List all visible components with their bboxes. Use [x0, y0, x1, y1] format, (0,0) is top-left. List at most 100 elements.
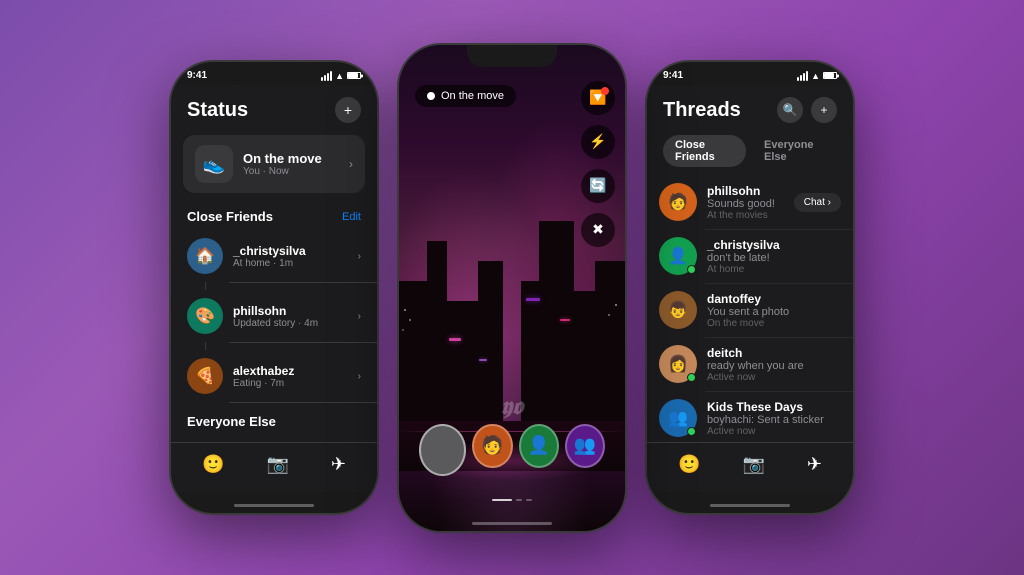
my-status-text: On the move You · Now: [243, 151, 322, 177]
thread-info-5: Kids These Days boyhachi: Sent a sticker…: [707, 400, 841, 437]
tab-camera-left[interactable]: 📷: [266, 454, 288, 475]
signal-bar-1: [321, 77, 323, 81]
tab-send-left[interactable]: ✈: [331, 454, 346, 475]
friend-item-3[interactable]: 🍕 alexthabez Eating · 7m ›: [171, 350, 377, 402]
signal-bars-left: [321, 71, 332, 81]
thread-avatar-5: 👥: [659, 399, 697, 437]
win-4: [615, 304, 617, 306]
friend-status-1: At home · 1m: [233, 258, 358, 269]
thread-avatar-1: 🧑: [659, 183, 697, 221]
thread-name-1: phillsohn: [707, 184, 784, 198]
thread-line-1: [205, 282, 206, 290]
thread-name-3: dantoffey: [707, 292, 841, 306]
tab-close-friends[interactable]: Close Friends: [663, 135, 746, 167]
story-label: On the move: [441, 90, 504, 102]
thread-avatar-2: 👤: [659, 237, 697, 275]
tab-camera-right[interactable]: 📷: [742, 454, 764, 475]
friend-item-2[interactable]: 🎨 phillsohn Updated story · 4m ›: [171, 290, 377, 342]
phone-middle: 𝖞𝖔 On the move 🔽 ⚡ 🔄 ✖ 🧑 👤: [397, 43, 627, 533]
neon-3: [560, 319, 570, 321]
avatar-self[interactable]: [419, 424, 466, 476]
friend-name-1: _christysilva: [233, 244, 358, 258]
chat-button-1[interactable]: Chat ›: [794, 193, 841, 212]
thread-item-2[interactable]: 👤 _christysilva don't be late! At home: [647, 229, 853, 283]
phone-left: 9:41 ▲ Status + 👟: [169, 60, 379, 515]
bottom-avatars: 🧑 👤 👥: [399, 424, 625, 476]
thread-item-4[interactable]: 👩 deitch ready when you are Active now: [647, 337, 853, 391]
add-thread-button[interactable]: +: [811, 97, 837, 123]
story-dot-3: [526, 499, 532, 501]
avatar-friend-2[interactable]: 👤: [519, 424, 559, 468]
avatar-friend-3[interactable]: 👥: [565, 424, 605, 468]
avatar-christysilva: 🏠: [187, 238, 223, 274]
avatar-friend-1[interactable]: 🧑: [472, 424, 512, 468]
home-indicator-middle: [472, 522, 552, 525]
thread-sub-2: At home: [707, 264, 841, 275]
thread-sub-4: Active now: [707, 372, 841, 383]
sig-r-2: [800, 75, 802, 81]
friend-name-2: phillsohn: [233, 304, 358, 318]
signal-bar-3: [327, 73, 329, 81]
friend-name-3: alexthabez: [233, 364, 358, 378]
tab-bar-left: 🙂 📷 ✈: [171, 442, 377, 492]
thread-line-2: [205, 342, 206, 350]
effects-button[interactable]: ⚡: [581, 125, 615, 159]
thread-info-2: _christysilva don't be late! At home: [707, 238, 841, 275]
close-friends-header: Close Friends Edit: [171, 205, 377, 230]
tab-bar-right: 🙂 📷 ✈: [647, 442, 853, 492]
story-dot-2: [516, 499, 522, 501]
story-dot: [427, 92, 435, 100]
filter-dot: [601, 87, 609, 95]
avatar-alexthabez: 🍕: [187, 358, 223, 394]
thread-msg-4: ready when you are: [707, 360, 841, 372]
my-status-sub: You · Now: [243, 166, 322, 177]
story-pill[interactable]: On the move: [415, 85, 516, 107]
win-5: [608, 314, 610, 316]
my-status-card[interactable]: 👟 On the move You · Now ›: [183, 135, 365, 193]
notch-left: [229, 62, 319, 84]
online-dot-5: [687, 427, 696, 436]
win-1: [404, 309, 406, 311]
my-status-chevron: ›: [349, 157, 353, 171]
tab-send-right[interactable]: ✈: [807, 454, 822, 475]
threads-title: Threads: [663, 99, 741, 122]
thread-msg-1: Sounds good!: [707, 198, 784, 210]
notch-middle: [467, 45, 557, 67]
thread-item-1[interactable]: 🧑 phillsohn Sounds good! At the movies C…: [647, 175, 853, 229]
neon-2: [479, 359, 487, 361]
tabs-row: Close Friends Everyone Else: [647, 131, 853, 175]
close-friends-label: Close Friends: [187, 209, 273, 224]
everyone-else-label: Everyone Else: [187, 414, 276, 429]
thread-item-5[interactable]: 👥 Kids These Days boyhachi: Sent a stick…: [647, 391, 853, 445]
thread-item-3[interactable]: 👦 dantoffey You sent a photo On the move: [647, 283, 853, 337]
phone-right: 9:41 ▲ Threads 🔍 +: [645, 60, 855, 515]
signal-bar-2: [324, 75, 326, 81]
flip-button[interactable]: 🔄: [581, 169, 615, 203]
friend-item-1[interactable]: 🏠 _christysilva At home · 1m ›: [171, 230, 377, 282]
search-button[interactable]: 🔍: [777, 97, 803, 123]
avatar-phillsohn: 🎨: [187, 298, 223, 334]
friend-status-3: Eating · 7m: [233, 378, 358, 389]
battery-right: [823, 72, 837, 79]
thread-info-3: dantoffey You sent a photo On the move: [707, 292, 841, 329]
edit-button[interactable]: Edit: [342, 211, 361, 223]
story-dots: [399, 499, 625, 501]
add-status-button[interactable]: +: [335, 97, 361, 123]
my-status-left: 👟 On the move You · Now: [195, 145, 322, 183]
filter-button[interactable]: 🔽: [581, 81, 615, 115]
status-title: Status: [187, 99, 248, 122]
status-header: Status +: [171, 85, 377, 131]
threads-header: Threads 🔍 +: [647, 85, 853, 131]
sig-r-3: [803, 73, 805, 81]
friend-info-1: _christysilva At home · 1m: [233, 244, 358, 269]
friend-status-2: Updated story · 4m: [233, 318, 358, 329]
tab-emoji-right[interactable]: 🙂: [678, 454, 700, 475]
status-icons-right: ▲: [797, 71, 837, 81]
thread-sub-1: At the movies: [707, 210, 784, 221]
more-button[interactable]: ✖: [581, 213, 615, 247]
tab-emoji-left[interactable]: 🙂: [202, 454, 224, 475]
thread-name-5: Kids These Days: [707, 400, 841, 414]
thread-msg-5: boyhachi: Sent a sticker: [707, 414, 841, 426]
thread-msg-3: You sent a photo: [707, 306, 841, 318]
tab-everyone-else[interactable]: Everyone Else: [752, 135, 837, 167]
